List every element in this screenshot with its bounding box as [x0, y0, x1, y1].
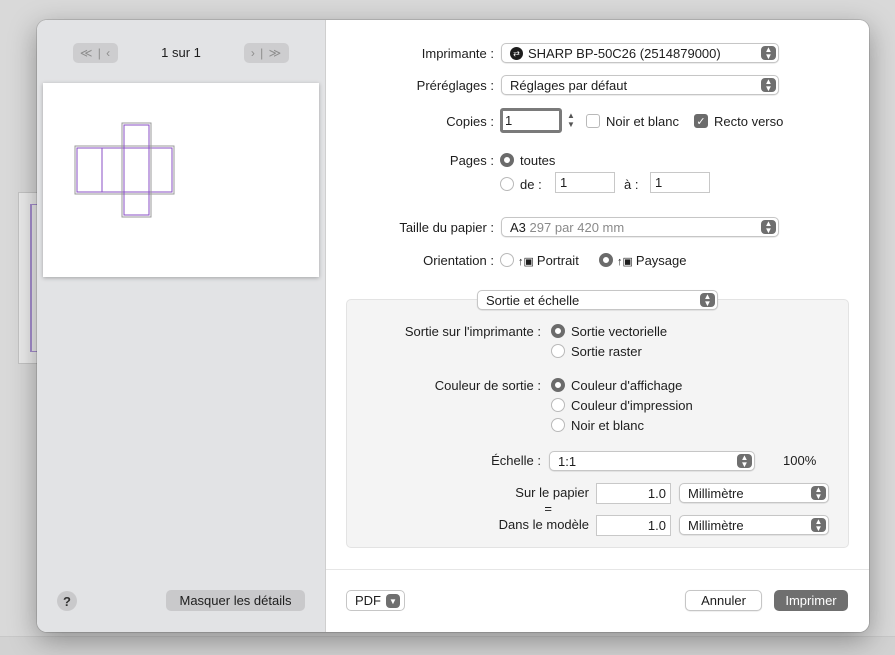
scale-percent: 100%: [783, 453, 817, 468]
scale-label: Échelle :: [491, 453, 541, 468]
pages-all-radio[interactable]: [500, 153, 514, 167]
printer-label: Imprimante :: [421, 46, 494, 61]
bw-checkbox[interactable]: [586, 114, 600, 128]
fast-forward-icon: › | ≫: [250, 46, 283, 60]
bw-label: Noir et blanc: [606, 114, 679, 129]
paper-unit-popup[interactable]: Millimètre ▲ ▼: [679, 483, 829, 503]
stepper-icon: ▲ ▼: [811, 486, 826, 501]
pages-from-label: de :: [520, 177, 542, 192]
copies-stepper[interactable]: ▲ ▼: [565, 109, 577, 131]
pages-to-field[interactable]: 1: [650, 172, 710, 193]
pages-all-label: toutes: [520, 153, 556, 168]
color-print-label: Couleur d'impression: [571, 398, 693, 413]
color-display-radio[interactable]: [551, 378, 565, 392]
next-page-buttons[interactable]: › | ≫: [244, 43, 289, 63]
color-display-label: Couleur d'affichage: [571, 378, 683, 393]
printer-popup[interactable]: ⇄ SHARP BP-50C26 (2514879000) ▲ ▼: [501, 43, 779, 63]
output-scale-panel: Sortie sur l'imprimante : Sortie vectori…: [346, 299, 849, 548]
pages-to-label: à :: [624, 177, 639, 192]
color-bw-label: Noir et blanc: [571, 418, 644, 433]
landscape-icon: ↑▣: [617, 256, 633, 268]
pages-from-field[interactable]: 1: [555, 172, 615, 193]
help-button[interactable]: ?: [57, 591, 77, 611]
output-label: Sortie sur l'imprimante :: [404, 324, 541, 339]
model-unit-popup[interactable]: Millimètre ▲ ▼: [679, 515, 829, 535]
hide-details-button[interactable]: Masquer les détails: [166, 590, 305, 611]
output-vector-radio[interactable]: [551, 324, 565, 338]
output-vector-label: Sortie vectorielle: [571, 324, 668, 339]
color-print-radio[interactable]: [551, 398, 565, 412]
printer-icon: ⇄: [510, 46, 523, 60]
checkmark-icon: ✓: [696, 115, 706, 128]
page-preview: [43, 83, 319, 277]
portrait-option: ↑▣ Portrait: [518, 253, 579, 268]
paper-units-label: Sur le papier: [515, 485, 589, 500]
stepper-icon: ▲ ▼: [761, 220, 776, 235]
paper-value-field[interactable]: 1.0: [596, 483, 671, 504]
portrait-icon: ↑▣: [518, 256, 534, 268]
presets-popup[interactable]: Réglages par défaut ▲ ▼: [501, 75, 779, 95]
footer-separator: [326, 569, 869, 570]
landscape-radio[interactable]: [599, 253, 613, 267]
landscape-option: ↑▣ Paysage: [617, 253, 687, 268]
output-raster-label: Sortie raster: [571, 344, 642, 359]
print-button[interactable]: Imprimer: [774, 590, 848, 611]
scale-popup[interactable]: 1:1 ▲ ▼: [549, 451, 755, 471]
pages-range-radio[interactable]: [500, 177, 514, 191]
print-dialog: ≪ | ‹ 1 sur 1 › | ≫ ? Masquer les détail…: [37, 20, 869, 632]
stepper-icon: ▲ ▼: [761, 78, 776, 93]
stepper-icon: ▲ ▼: [700, 293, 715, 308]
presets-label: Préréglages :: [416, 78, 494, 93]
preview-sidebar: ≪ | ‹ 1 sur 1 › | ≫ ? Masquer les détail…: [37, 20, 326, 632]
pages-label: Pages :: [449, 153, 494, 168]
orientation-label: Orientation :: [423, 253, 494, 268]
paper-size-popup[interactable]: A3 297 par 420 mm ▲ ▼: [501, 217, 779, 237]
equals-sign: =: [544, 501, 552, 516]
previous-page-buttons[interactable]: ≪ | ‹: [73, 43, 118, 63]
box-net-drawing: [74, 122, 175, 218]
duplex-checkbox[interactable]: ✓: [694, 114, 708, 128]
model-units-label: Dans le modèle: [498, 517, 589, 532]
paper-size-label: Taille du papier :: [399, 220, 494, 235]
copies-label: Copies :: [446, 114, 494, 129]
pdf-menu-button[interactable]: PDF ▼: [346, 590, 405, 611]
stepper-icon: ▲ ▼: [811, 518, 826, 533]
model-value-field[interactable]: 1.0: [596, 515, 671, 536]
color-bw-radio[interactable]: [551, 418, 565, 432]
cancel-button[interactable]: Annuler: [685, 590, 762, 611]
duplex-label: Recto verso: [714, 114, 784, 129]
section-popup[interactable]: Sortie et échelle ▲ ▼: [477, 290, 718, 310]
settings-panel: Imprimante : ⇄ SHARP BP-50C26 (251487900…: [326, 20, 869, 632]
output-raster-radio[interactable]: [551, 344, 565, 358]
page-count: 1 sur 1: [161, 45, 201, 60]
portrait-radio[interactable]: [500, 253, 514, 267]
stepper-icon: ▲ ▼: [761, 46, 776, 61]
stepper-icon: ▲ ▼: [737, 454, 752, 469]
chevron-down-icon: ▼: [386, 594, 400, 608]
background-status-bar: [0, 636, 895, 655]
copies-field[interactable]: 1: [500, 108, 562, 133]
color-label: Couleur de sortie :: [434, 378, 541, 393]
rewind-icon: ≪ | ‹: [79, 46, 112, 60]
